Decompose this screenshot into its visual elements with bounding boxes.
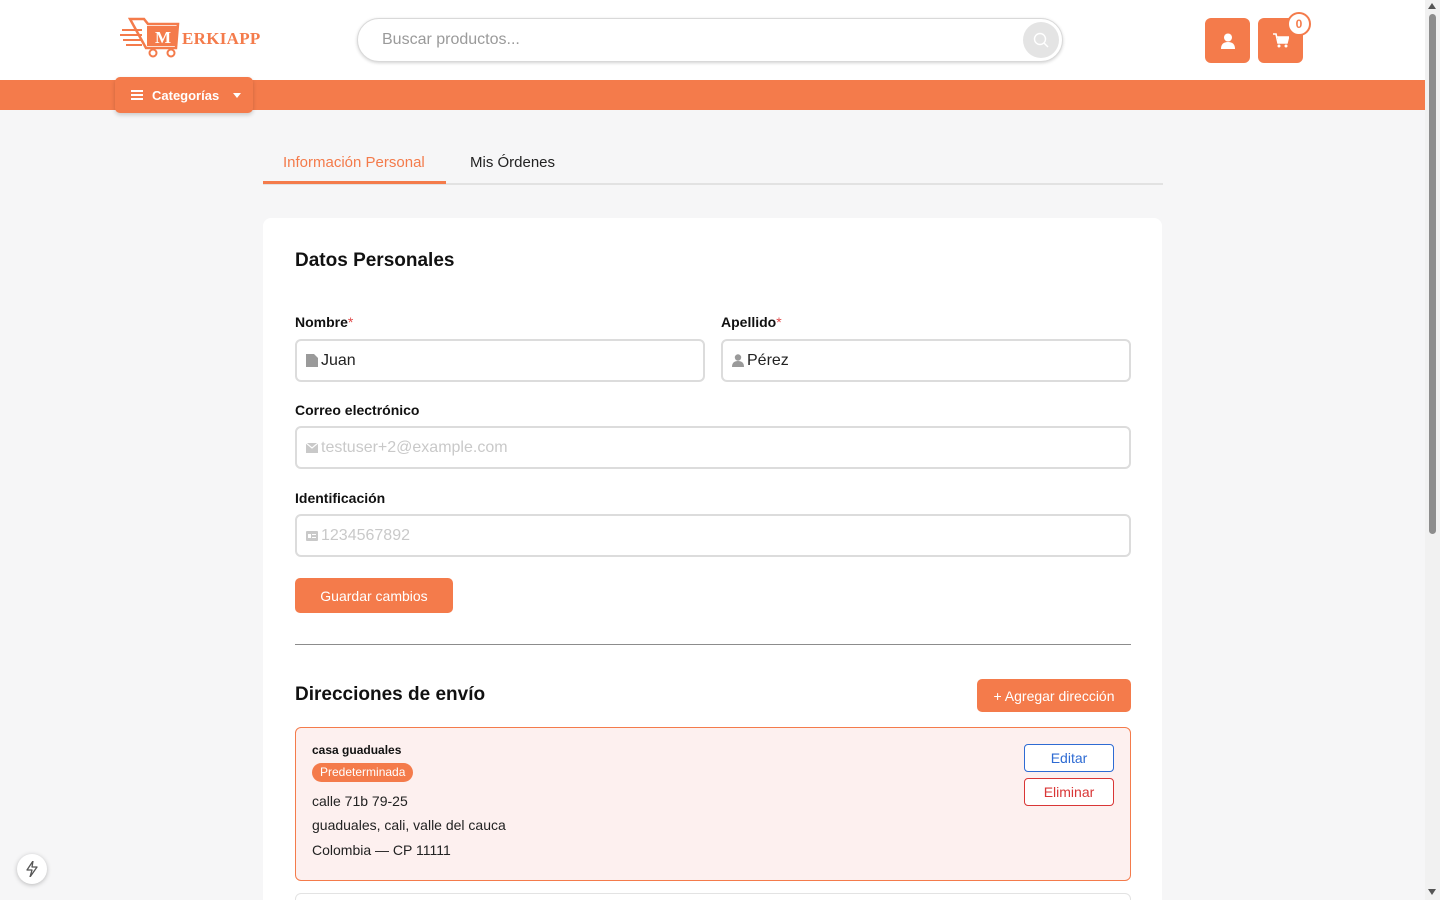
last-name-field — [721, 339, 1131, 382]
address-line-3: Colombia — CP 11111 — [312, 842, 451, 858]
email-field — [295, 426, 1131, 469]
section-divider — [295, 644, 1131, 645]
cart-icon — [1272, 33, 1289, 48]
categories-label: Categorías — [152, 87, 220, 103]
last-name-input[interactable] — [747, 349, 1117, 373]
identification-label: Identificación — [295, 490, 386, 506]
address-card: casa guaduales Predeterminada calle 71b … — [295, 727, 1131, 881]
id-badge-icon — [306, 531, 318, 541]
profile-tabs: Información Personal Mis Órdenes — [263, 142, 1163, 185]
user-icon — [732, 354, 744, 367]
tab-personal-info[interactable]: Información Personal — [283, 154, 425, 171]
required-mark: * — [776, 314, 782, 330]
scroll-down-arrow-icon[interactable] — [1428, 889, 1436, 895]
profile-card: Datos Personales Nombre* Apellido* Corre… — [263, 218, 1162, 900]
active-tab-indicator — [263, 181, 446, 184]
address-name: casa guaduales — [312, 743, 402, 757]
dev-tools-button[interactable] — [17, 854, 47, 884]
top-header: M ERKIAPP 0 — [0, 0, 1425, 80]
first-name-label-text: Nombre — [295, 314, 348, 330]
first-name-field — [295, 339, 705, 382]
default-badge: Predeterminada — [312, 763, 414, 782]
chevron-down-icon — [233, 92, 242, 98]
envelope-icon — [306, 443, 318, 453]
user-icon — [1220, 33, 1235, 49]
personal-data-title: Datos Personales — [295, 250, 455, 271]
search-input[interactable] — [382, 29, 982, 51]
address-card — [295, 893, 1131, 900]
search-icon — [1033, 32, 1049, 48]
last-name-label-text: Apellido — [721, 314, 777, 330]
first-name-input[interactable] — [321, 349, 691, 373]
cart-logo-icon: M — [120, 17, 180, 58]
logo-letter: M — [155, 28, 171, 47]
edit-address-button[interactable]: Editar — [1024, 744, 1114, 772]
last-name-label: Apellido* — [721, 314, 782, 330]
first-name-label: Nombre* — [295, 314, 353, 330]
shipping-addresses-title: Direcciones de envío — [295, 684, 486, 705]
menu-icon — [131, 90, 143, 100]
add-address-button[interactable]: + Agregar dirección — [977, 679, 1131, 712]
categories-dropdown[interactable]: Categorías — [115, 77, 253, 113]
address-line-1: calle 71b 79-25 — [312, 793, 408, 809]
search-button[interactable] — [1023, 22, 1059, 58]
account-button[interactable] — [1205, 18, 1250, 63]
identification-input[interactable] — [321, 524, 1111, 548]
save-changes-button[interactable]: Guardar cambios — [295, 578, 453, 613]
logo-text: ERKIAPP — [182, 29, 261, 48]
id-card-icon — [306, 354, 318, 367]
tab-my-orders[interactable]: Mis Órdenes — [470, 154, 555, 171]
scroll-up-arrow-icon[interactable] — [1428, 3, 1436, 9]
cart-count-badge: 0 — [1287, 12, 1311, 36]
required-mark: * — [347, 314, 354, 330]
email-input[interactable] — [321, 436, 1111, 460]
scrollbar-thumb[interactable] — [1429, 14, 1436, 534]
delete-address-button[interactable]: Eliminar — [1024, 778, 1114, 806]
search-bar — [357, 18, 1063, 62]
bolt-icon — [26, 861, 38, 877]
address-line-2: guaduales, cali, valle del cauca — [312, 817, 506, 833]
email-label: Correo electrónico — [295, 402, 420, 418]
page-scrollbar[interactable] — [1425, 0, 1440, 900]
identification-field — [295, 514, 1131, 557]
